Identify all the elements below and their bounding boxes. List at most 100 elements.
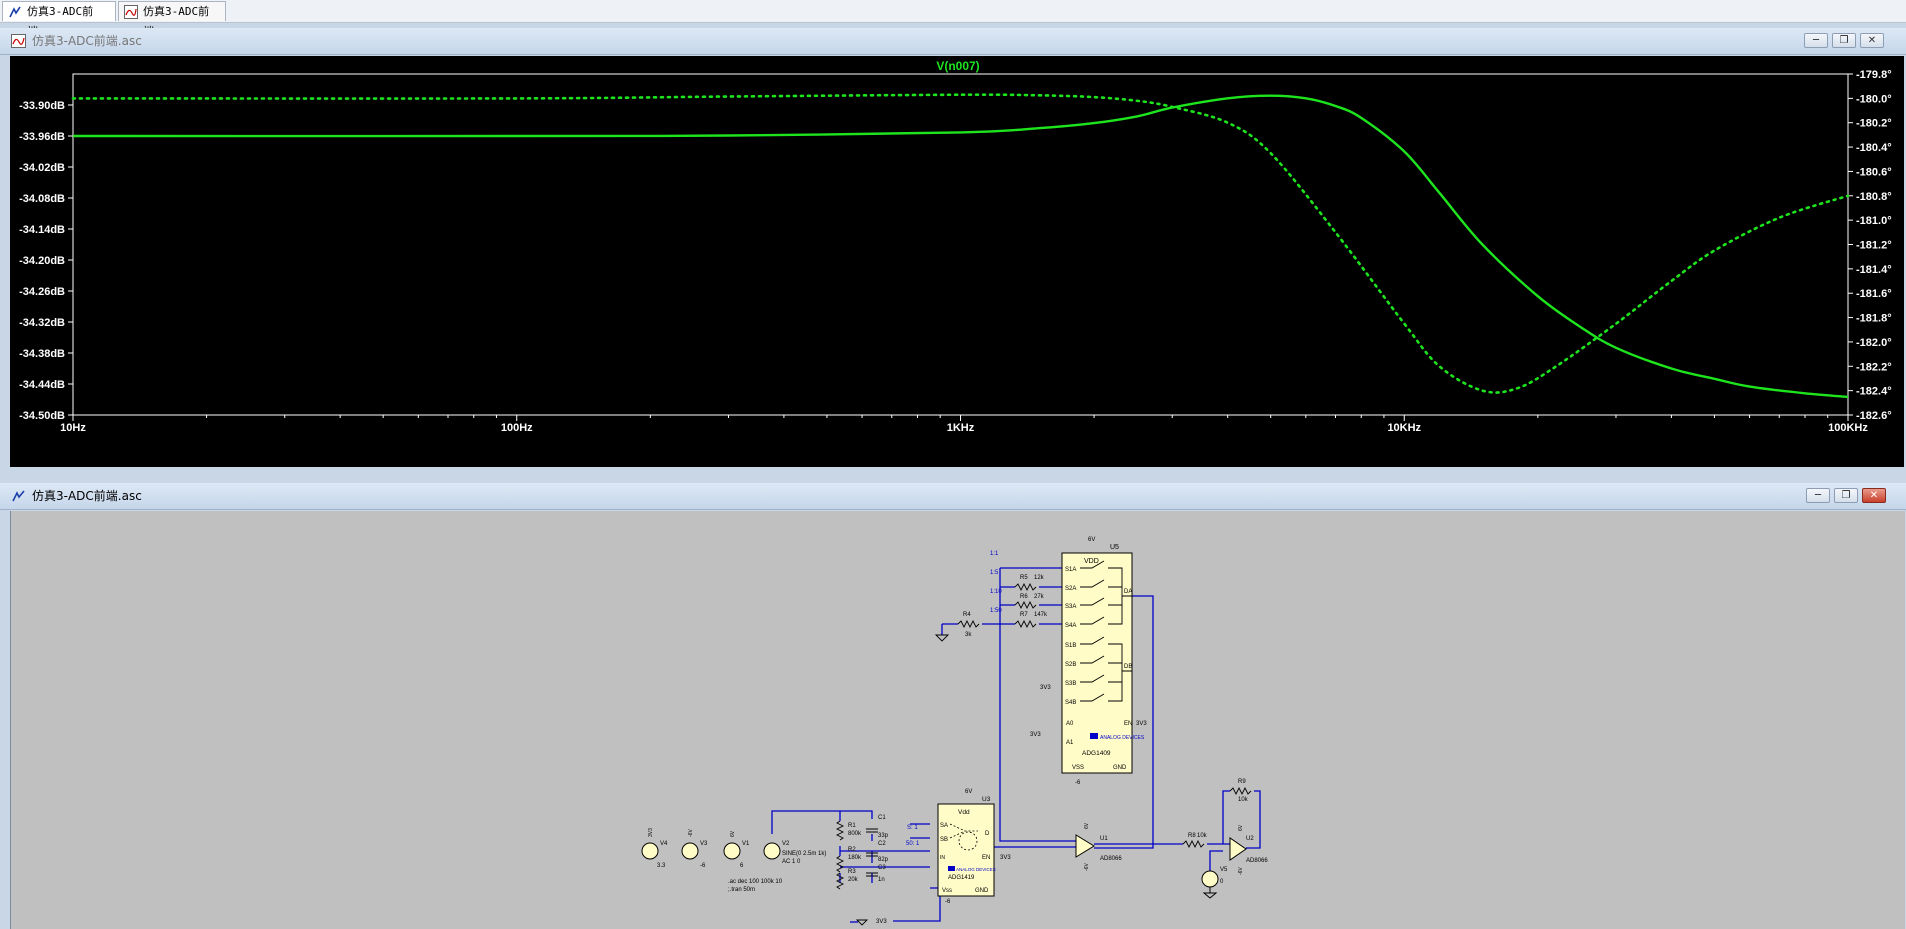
u5-da: DA — [1124, 589, 1132, 595]
schematic-window-titlebar[interactable]: 仿真3-ADC前端.asc ─ ❐ ✕ — [0, 483, 1906, 510]
c1-label: C1 — [878, 815, 886, 821]
u5-vminus: -6 — [1075, 780, 1081, 786]
u1-vminus: -6V — [1084, 863, 1090, 871]
restore-icon: ❐ — [1841, 490, 1851, 501]
source-v2[interactable]: V2 SINE(0 2.5m 1k) AC 1 0 — [763, 841, 826, 865]
opamp-u1[interactable]: U1 AD8066 6V -6V — [1075, 822, 1122, 871]
y-right-tick-label: -182.4° — [1856, 386, 1892, 398]
r7-value: 147k — [1034, 612, 1048, 618]
v4-value: 3.3 — [657, 863, 666, 869]
wires — [771, 567, 1261, 923]
schematic-canvas[interactable]: U5 VDD 6V S1A S2A S3A S4A S1B S2B S3B S4… — [10, 511, 1904, 929]
u2-vplus: 6V — [1238, 824, 1244, 831]
left-y-axis-labels: -33.90dB -33.96dB -34.02dB -34.08dB -34.14dB… — [19, 100, 65, 422]
select-label: 50: 1 — [906, 841, 920, 847]
source-v1[interactable]: V1 6 6V — [723, 830, 750, 869]
u2-part: AD8066 — [1246, 858, 1268, 864]
u3-logo-text: ANALOG DEVICES — [956, 867, 996, 872]
r2-label: R2 — [848, 847, 856, 853]
u5-a0: A0 — [1066, 721, 1074, 727]
y-right-tick-label: -180.0° — [1856, 93, 1892, 105]
c1-value: 33p — [878, 833, 889, 839]
u1-ref: U1 — [1100, 836, 1108, 842]
source-v4[interactable]: V4 3.3 3V3 — [641, 828, 668, 869]
v5-label: V5 — [1220, 867, 1228, 873]
y-left-tick-label: -34.20dB — [19, 255, 65, 267]
opamp-u2[interactable]: U2 AD8066 6V -6V — [1229, 824, 1268, 875]
ratio-label: 1:10 — [990, 589, 1002, 595]
v1-net: 6V — [730, 830, 736, 837]
u5-part: ADG1409 — [1082, 750, 1111, 757]
traces — [71, 93, 1850, 399]
y-left-tick-label: -34.02dB — [19, 162, 65, 174]
y-right-tick-label: -181.0° — [1856, 215, 1892, 227]
c2-label: C2 — [878, 841, 886, 847]
waveform-plot[interactable]: V(n007) 10Hz 100Hz 1KHz 10KHz 100KHz -33.90d… — [10, 56, 1904, 467]
x-axis-labels: 10Hz 100Hz 1KHz 10KHz 100KHz — [60, 422, 1868, 434]
tab-schematic[interactable]: 仿真3-ADC前端.asc — [2, 1, 116, 38]
u2-vminus: -6V — [1238, 867, 1244, 875]
y-left-tick-label: -34.14dB — [19, 224, 65, 236]
y-right-tick-label: -180.4° — [1856, 142, 1892, 154]
u3-d: D — [985, 831, 990, 837]
schematic-icon — [9, 6, 21, 18]
y-left-tick-label: -34.26dB — [19, 286, 65, 298]
y-right-tick-label: -182.2° — [1856, 361, 1892, 373]
u5-vss: VSS — [1072, 765, 1084, 771]
close-icon: ✕ — [1867, 35, 1877, 46]
v2-ac: AC 1 0 — [782, 859, 801, 865]
ratio-label: 1:1 — [990, 551, 999, 557]
restore-button[interactable]: ❐ — [1834, 488, 1858, 503]
r4-value: 3k — [965, 632, 972, 638]
minimize-button[interactable]: ─ — [1806, 488, 1830, 503]
net-3v3: 3V3 — [1000, 855, 1011, 861]
spice-directive-ac[interactable]: .ac dec 100 100k 10 — [728, 879, 783, 885]
plot-area-border — [72, 73, 1849, 416]
y-left-tick-label: -34.32dB — [19, 317, 65, 329]
minimize-icon: ─ — [1814, 490, 1822, 501]
window-title: 仿真3-ADC前端.asc — [32, 34, 142, 48]
x-tick-label: 1KHz — [947, 422, 975, 434]
v3-label: V3 — [700, 841, 708, 847]
y-right-tick-label: -179.8° — [1856, 69, 1892, 81]
waveform-window: 仿真3-ADC前端.asc ─ ❐ ✕ V(n007) 10Hz 100Hz 1KH… — [0, 28, 1906, 470]
source-v5[interactable]: V5 0 — [1201, 867, 1228, 899]
r3-value: 20k — [848, 877, 859, 883]
y-left-tick-label: -34.08dB — [19, 193, 65, 205]
window-title: 仿真3-ADC前端.asc — [32, 489, 142, 503]
r6-value: 27k — [1034, 594, 1045, 600]
spice-directive-tran[interactable]: ;.tran 50m — [728, 887, 755, 893]
u3-part: ADG1419 — [948, 875, 975, 881]
waveform-window-titlebar[interactable]: 仿真3-ADC前端.asc ─ ❐ ✕ — [0, 28, 1906, 55]
r9-value: 10k — [1238, 797, 1249, 803]
restore-button[interactable]: ❐ — [1832, 33, 1856, 48]
minimize-button[interactable]: ─ — [1804, 33, 1828, 48]
y-right-tick-label: -181.2° — [1856, 240, 1892, 252]
r8-value: 10k — [1197, 833, 1208, 839]
x-tick-label: 10Hz — [60, 422, 86, 434]
close-button[interactable]: ✕ — [1860, 33, 1884, 48]
source-v3[interactable]: V3 -6 -6V — [681, 829, 708, 869]
c3-label: C3 — [878, 865, 886, 871]
u5-pin-s3a: S3A — [1065, 604, 1076, 610]
x-tick-label: 100Hz — [501, 422, 533, 434]
trace-title[interactable]: V(n007) — [936, 59, 979, 73]
r7-label: R7 — [1020, 612, 1028, 618]
v2-label: V2 — [782, 841, 790, 847]
close-button[interactable]: ✕ — [1862, 488, 1886, 503]
waveform-icon — [11, 34, 26, 48]
u5-pin-s4a: S4A — [1065, 623, 1076, 629]
v1-value: 6 — [740, 863, 744, 869]
v1-label: V1 — [742, 841, 750, 847]
v3-value: -6 — [700, 863, 706, 869]
tab-waveform[interactable]: 仿真3-ADC前端.asc — [118, 1, 226, 38]
y-right-tick-label: -182.6° — [1856, 410, 1892, 422]
ic-adg1419[interactable]: U3 Vdd 6V SA SB D EN IN ANALOG DEVICES A… — [937, 789, 996, 905]
document-tab-bar: 仿真3-ADC前端.asc 仿真3-ADC前端.asc — [0, 0, 1906, 38]
minimize-icon: ─ — [1812, 35, 1820, 46]
ic-adg1409[interactable]: U5 VDD 6V S1A S2A S3A S4A S1B S2B S3B S4… — [1061, 537, 1145, 786]
r2-value: 180k — [848, 855, 862, 861]
net-3v3: 3V3 — [1136, 721, 1147, 727]
r8-label: R8 — [1188, 833, 1196, 839]
net-3v3: 3V3 — [1030, 732, 1041, 738]
